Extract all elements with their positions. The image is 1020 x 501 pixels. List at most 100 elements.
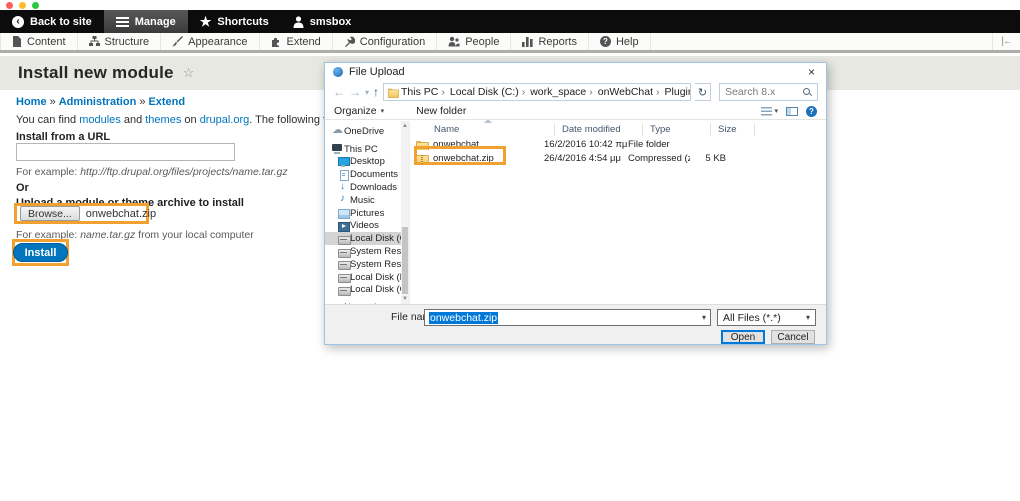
refresh-icon[interactable]: ↻ [695, 83, 711, 101]
minimize-window-icon[interactable] [19, 2, 26, 9]
back-to-site-button[interactable]: ‹ Back to site [0, 10, 104, 33]
file-name-value: onwebchat.zip [429, 312, 498, 324]
address-bar[interactable]: This PC Local Disk (C:) work_space onWeb… [383, 83, 691, 101]
breadcrumb-administration-link[interactable]: Administration [59, 96, 137, 108]
toolbar-item-reports[interactable]: Reports [511, 33, 589, 50]
file-upload-icon [333, 67, 343, 77]
search-icon[interactable] [803, 88, 812, 97]
puzzle-icon [271, 36, 282, 47]
toolbar-label: Help [616, 36, 639, 48]
sidebar-item-downloads[interactable]: Downloads [325, 181, 401, 194]
dialog-titlebar[interactable]: File Upload × [325, 63, 826, 81]
sidebar-item-local-disk-f[interactable]: Local Disk (F:) [325, 271, 401, 284]
pictures-icon [338, 208, 350, 218]
address-segment[interactable]: Plugins [665, 86, 692, 98]
toolbar-item-structure[interactable]: Structure [78, 33, 162, 50]
maximize-window-icon[interactable] [32, 2, 39, 9]
cancel-button[interactable]: Cancel [771, 330, 815, 344]
chevron-down-icon[interactable]: ▾ [702, 313, 706, 322]
sidebar-item-system-reserved-1[interactable]: System Reserved [325, 245, 401, 258]
hamburger-icon [116, 17, 129, 27]
breadcrumb-extend-link[interactable]: Extend [148, 96, 185, 108]
dialog-footer: File name: onwebchat.zip ▾ All Files (*.… [325, 304, 826, 344]
nav-forward-icon[interactable]: → [349, 86, 361, 98]
themes-link[interactable]: themes [145, 114, 181, 126]
sidebar-item-documents[interactable]: Documents [325, 168, 401, 181]
shortcuts-tab[interactable]: ★ Shortcuts [188, 10, 281, 33]
install-url-input[interactable] [16, 143, 235, 161]
scrollbar-thumb[interactable] [402, 227, 408, 294]
sidebar-item-videos[interactable]: Videos [325, 220, 401, 233]
breadcrumb-separator: » [136, 96, 148, 108]
videos-icon [338, 221, 350, 231]
disk-icon [338, 272, 350, 282]
toolbar-item-configuration[interactable]: Configuration [333, 33, 437, 50]
file-upload-dialog: File Upload × ← → ▾ ↑ This PC Local Disk… [324, 62, 827, 345]
scroll-up-icon[interactable]: ▲ [402, 121, 408, 131]
zip-highlight-box [414, 146, 506, 165]
breadcrumb-home-link[interactable]: Home [16, 96, 47, 108]
manage-tab[interactable]: Manage [104, 10, 188, 33]
column-header-date[interactable]: Date modified [562, 121, 621, 137]
sidebar-item-local-disk-g[interactable]: Local Disk (G:) [325, 284, 401, 297]
sidebar-scrollbar[interactable]: ▲ ▼ [401, 121, 409, 304]
browse-button[interactable]: Browse... [20, 206, 80, 221]
window-titlebar [0, 0, 1020, 10]
preview-pane-icon[interactable] [786, 107, 798, 116]
toolbar-label: Appearance [188, 36, 247, 48]
search-input[interactable]: Search 8.x [719, 83, 818, 101]
column-header-type[interactable]: Type [650, 121, 671, 137]
drupal-org-link[interactable]: drupal.org [200, 114, 250, 126]
organize-menu[interactable]: Organize▾ [334, 105, 384, 117]
address-segment[interactable]: This PC [401, 86, 448, 98]
favorite-star-icon[interactable]: ☆ [183, 65, 195, 81]
sidebar-item-music[interactable]: Music [325, 194, 401, 207]
help-icon[interactable]: ? [806, 106, 817, 117]
user-account-tab[interactable]: smsbox [281, 10, 364, 33]
toolbar-item-appearance[interactable]: Appearance [161, 33, 259, 50]
dialog-main-area: OneDrive This PC Desktop Documents Downl… [325, 121, 826, 304]
install-button[interactable]: Install [13, 243, 69, 262]
help-icon: ? [600, 36, 611, 47]
toolbar-item-content[interactable]: Content [0, 33, 78, 50]
file-type-select[interactable]: All Files (*.*) ▾ [717, 309, 816, 326]
scroll-down-icon[interactable]: ▼ [402, 294, 408, 304]
column-header-size[interactable]: Size [718, 121, 736, 137]
toolbar-item-help[interactable]: ? Help [589, 33, 651, 50]
close-window-icon[interactable] [6, 2, 13, 9]
toolbar-orientation-toggle-icon[interactable]: |← [992, 33, 1020, 50]
sidebar-item-local-disk-c[interactable]: Local Disk (C:) [325, 232, 401, 245]
brush-icon [172, 36, 183, 47]
install-highlight-box: Install [12, 239, 69, 266]
or-label: Or [16, 182, 29, 194]
sidebar-item-desktop[interactable]: Desktop [325, 156, 401, 169]
nav-up-icon[interactable]: ↑ [373, 86, 379, 98]
column-header-name[interactable]: Name [434, 121, 459, 137]
sidebar-item-onedrive[interactable]: OneDrive [325, 125, 401, 138]
toolbar-label: People [465, 36, 499, 48]
dialog-close-icon[interactable]: × [805, 66, 818, 78]
drupal-toolbar: Content Structure Appearance Extend Conf… [0, 33, 1020, 53]
wrench-icon [344, 36, 355, 47]
nav-back-icon[interactable]: ← [333, 86, 345, 98]
nav-history-chevron-icon[interactable]: ▾ [365, 88, 369, 97]
address-segment[interactable]: work_space [530, 86, 596, 98]
screen: ‹ Back to site Manage ★ Shortcuts smsbox… [0, 0, 1020, 501]
toolbar-label: Reports [538, 36, 577, 48]
back-to-site-label: Back to site [30, 16, 92, 28]
toolbar-item-people[interactable]: People [437, 33, 511, 50]
sidebar-item-system-reserved-2[interactable]: System Reserved [325, 258, 401, 271]
toolbar-spacer [651, 33, 993, 50]
open-button[interactable]: Open [721, 330, 765, 344]
address-segment[interactable]: Local Disk (C:) [450, 86, 528, 98]
disk-icon [338, 247, 350, 257]
file-name-input[interactable]: onwebchat.zip ▾ [424, 309, 711, 326]
install-from-url-label: Install from a URL [16, 131, 110, 143]
address-segment[interactable]: onWebChat [598, 86, 663, 98]
new-folder-button[interactable]: New folder [416, 105, 466, 117]
modules-link[interactable]: modules [79, 114, 121, 126]
sidebar-item-pictures[interactable]: Pictures [325, 207, 401, 220]
view-mode-button[interactable]: ▾ [761, 107, 778, 116]
sidebar-item-this-pc[interactable]: This PC [325, 143, 401, 156]
toolbar-item-extend[interactable]: Extend [260, 33, 333, 50]
